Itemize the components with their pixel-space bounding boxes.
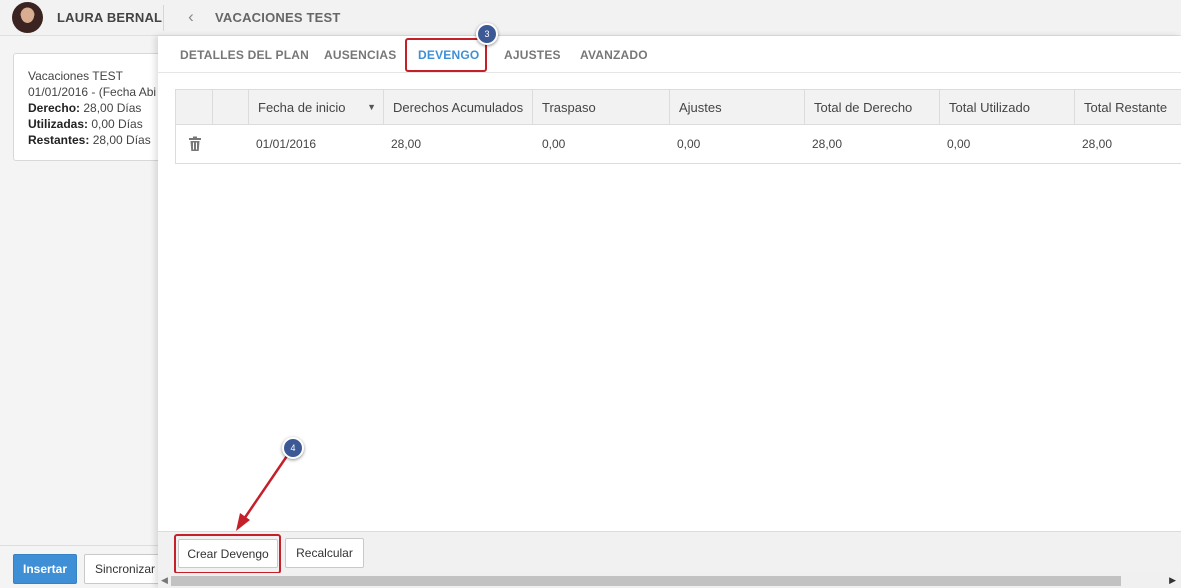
main-footer: Crear Devengo Recalcular: [158, 531, 1181, 574]
header-fecha-inicio[interactable]: Fecha de inicio ▼: [249, 90, 384, 125]
derecho-line: Derecho: 28,00 Días: [28, 100, 172, 116]
tab-ajustes[interactable]: AJUSTES: [504, 48, 561, 62]
table-row[interactable]: 01/01/2016 28,00 0,00 0,00 28,00 0,00 28…: [176, 125, 1181, 163]
header-ajustes[interactable]: Ajustes: [670, 90, 805, 125]
header-label: Fecha de inicio: [258, 100, 346, 115]
recalculate-button[interactable]: Recalcular: [285, 538, 364, 568]
left-footer: Insertar Sincronizar: [0, 545, 158, 588]
step-badge-4: 4: [282, 437, 304, 459]
restantes-value: 28,00 Días: [89, 133, 151, 147]
page-title: VACACIONES TEST: [215, 10, 341, 25]
plan-period: 01/01/2016 - (Fecha Abi: [28, 85, 157, 99]
top-bar: LAURA BERNAL ‹ VACACIONES TEST: [0, 0, 1181, 36]
cell-fecha: 01/01/2016: [256, 137, 317, 151]
avatar[interactable]: [12, 2, 43, 33]
table-header: Fecha de inicio ▼ Derechos Acumulados Tr…: [176, 90, 1181, 125]
tab-highlight-box: [405, 38, 487, 72]
header-total-utilizado[interactable]: Total Utilizado: [940, 90, 1075, 125]
left-panel: Vacaciones TEST 01/01/2016 - (Fecha Abi …: [0, 36, 173, 588]
scroll-left-icon[interactable]: ◀: [161, 575, 168, 586]
restantes-line: Restantes: 28,00 Días: [28, 132, 172, 148]
utilizadas-value: 0,00 Días: [88, 117, 143, 131]
plan-name: Vacaciones TEST: [28, 69, 123, 83]
divider: [163, 5, 164, 31]
derecho-label: Derecho:: [28, 101, 81, 115]
cell-total-restante: 28,00: [1082, 137, 1113, 151]
header-total-restante[interactable]: Total Restante: [1075, 90, 1181, 125]
cell-total-derecho: 28,00: [812, 137, 843, 151]
cell-derechos: 28,00: [391, 137, 422, 151]
main-panel: DETALLES DEL PLAN AUSENCIAS DEVENGO AJUS…: [158, 36, 1181, 588]
tab-bar: DETALLES DEL PLAN AUSENCIAS DEVENGO AJUS…: [158, 36, 1181, 73]
cell-total-utilizado: 0,00: [947, 137, 971, 151]
horizontal-scrollbar[interactable]: ◀ ▶: [158, 573, 1181, 588]
restantes-label: Restantes:: [28, 133, 90, 147]
header-traspaso[interactable]: Traspaso: [533, 90, 670, 125]
tab-detalles-del-plan[interactable]: DETALLES DEL PLAN: [180, 48, 309, 62]
tab-avanzado[interactable]: AVANZADO: [580, 48, 648, 62]
header-blank: [213, 90, 249, 125]
utilizadas-line: Utilizadas: 0,00 Días: [28, 116, 172, 132]
insert-button[interactable]: Insertar: [13, 554, 77, 584]
cell-ajustes: 0,00: [677, 137, 701, 151]
user-name: LAURA BERNAL: [57, 10, 163, 25]
devengo-table: Fecha de inicio ▼ Derechos Acumulados Tr…: [175, 89, 1181, 164]
sort-desc-icon[interactable]: ▼: [367, 90, 376, 125]
cell-traspaso: 0,00: [542, 137, 566, 151]
tab-ausencias[interactable]: AUSENCIAS: [324, 48, 396, 62]
sync-button[interactable]: Sincronizar: [84, 554, 158, 584]
derecho-value: 28,00 Días: [80, 101, 142, 115]
step-badge-3: 3: [476, 23, 498, 45]
header-total-derecho[interactable]: Total de Derecho: [805, 90, 940, 125]
trash-icon[interactable]: [187, 136, 203, 152]
button-highlight-box: [174, 534, 281, 574]
header-actions: [176, 90, 213, 125]
plan-summary-card[interactable]: Vacaciones TEST 01/01/2016 - (Fecha Abi …: [13, 53, 173, 161]
scroll-right-icon[interactable]: ▶: [1169, 575, 1176, 586]
chevron-left-icon[interactable]: ‹: [183, 7, 199, 27]
utilizadas-label: Utilizadas:: [28, 117, 89, 131]
header-derechos-acumulados[interactable]: Derechos Acumulados: [384, 90, 533, 125]
scrollbar-thumb[interactable]: [171, 576, 1121, 586]
